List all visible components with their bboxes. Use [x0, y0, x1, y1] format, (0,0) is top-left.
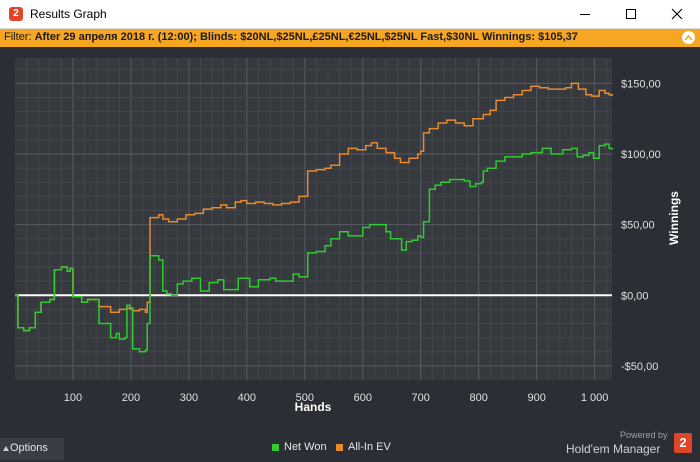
plot-area — [15, 58, 612, 380]
maximize-button[interactable] — [608, 0, 654, 28]
legend-allin-ev-label: All-In EV — [348, 441, 391, 453]
x-tick-label: 200 — [122, 392, 140, 404]
y-tick-label: -$50,00 — [621, 361, 658, 373]
legend-allin-ev[interactable]: All-In EV — [336, 441, 391, 453]
y-tick-label: $50,00 — [621, 220, 655, 232]
x-tick-label: 600 — [354, 392, 372, 404]
legend-net-won[interactable]: Net Won — [272, 441, 327, 453]
legend-net-won-label: Net Won — [284, 441, 327, 453]
x-tick-label: 800 — [470, 392, 488, 404]
y-tick-label: $150,00 — [621, 78, 661, 90]
maximize-icon — [626, 9, 636, 19]
brand-name: Hold'em Manager — [566, 442, 661, 456]
title-bar: 2 Results Graph — [0, 0, 700, 29]
options-button[interactable]: Options — [0, 438, 64, 460]
x-tick-label: 100 — [64, 392, 82, 404]
minimize-button[interactable] — [562, 0, 608, 28]
y-tick-label: $0,00 — [621, 290, 649, 302]
x-tick-label: 700 — [412, 392, 430, 404]
chevron-up-icon — [684, 34, 693, 41]
filter-bar: Filter: After 29 апреля 2018 г. (12:00);… — [0, 29, 700, 47]
options-label: Options — [10, 442, 48, 454]
y-tick-label: $100,00 — [621, 149, 661, 161]
filter-description: After 29 апреля 2018 г. (12:00); Blinds:… — [34, 31, 578, 43]
x-tick-label: 900 — [527, 392, 545, 404]
close-icon — [671, 8, 683, 20]
collapse-filter-button[interactable] — [682, 31, 695, 44]
window-title: Results Graph — [30, 7, 107, 21]
minimize-icon — [580, 14, 590, 15]
y-axis-label: Winnings — [667, 191, 681, 245]
caret-up-icon — [3, 446, 9, 451]
net-won-swatch — [272, 443, 279, 451]
x-axis-label: Hands — [295, 400, 332, 414]
brand-footer: Powered by Hold'em Manager 2 — [566, 428, 696, 460]
x-tick-label: 300 — [180, 392, 198, 404]
hem2-logo-icon: 2 — [674, 433, 692, 453]
allin-ev-swatch — [336, 443, 343, 451]
x-tick-label: 400 — [238, 392, 256, 404]
results-chart: 100 200 300 400 500 600 700 800 900 1 000-$50,00$… — [15, 58, 681, 414]
powered-by-text: Powered by — [620, 430, 668, 440]
close-button[interactable] — [654, 0, 700, 28]
filter-prefix: Filter: — [4, 31, 35, 43]
x-tick-label: 1 000 — [581, 392, 609, 404]
hem-logo-icon: 2 — [9, 7, 23, 21]
